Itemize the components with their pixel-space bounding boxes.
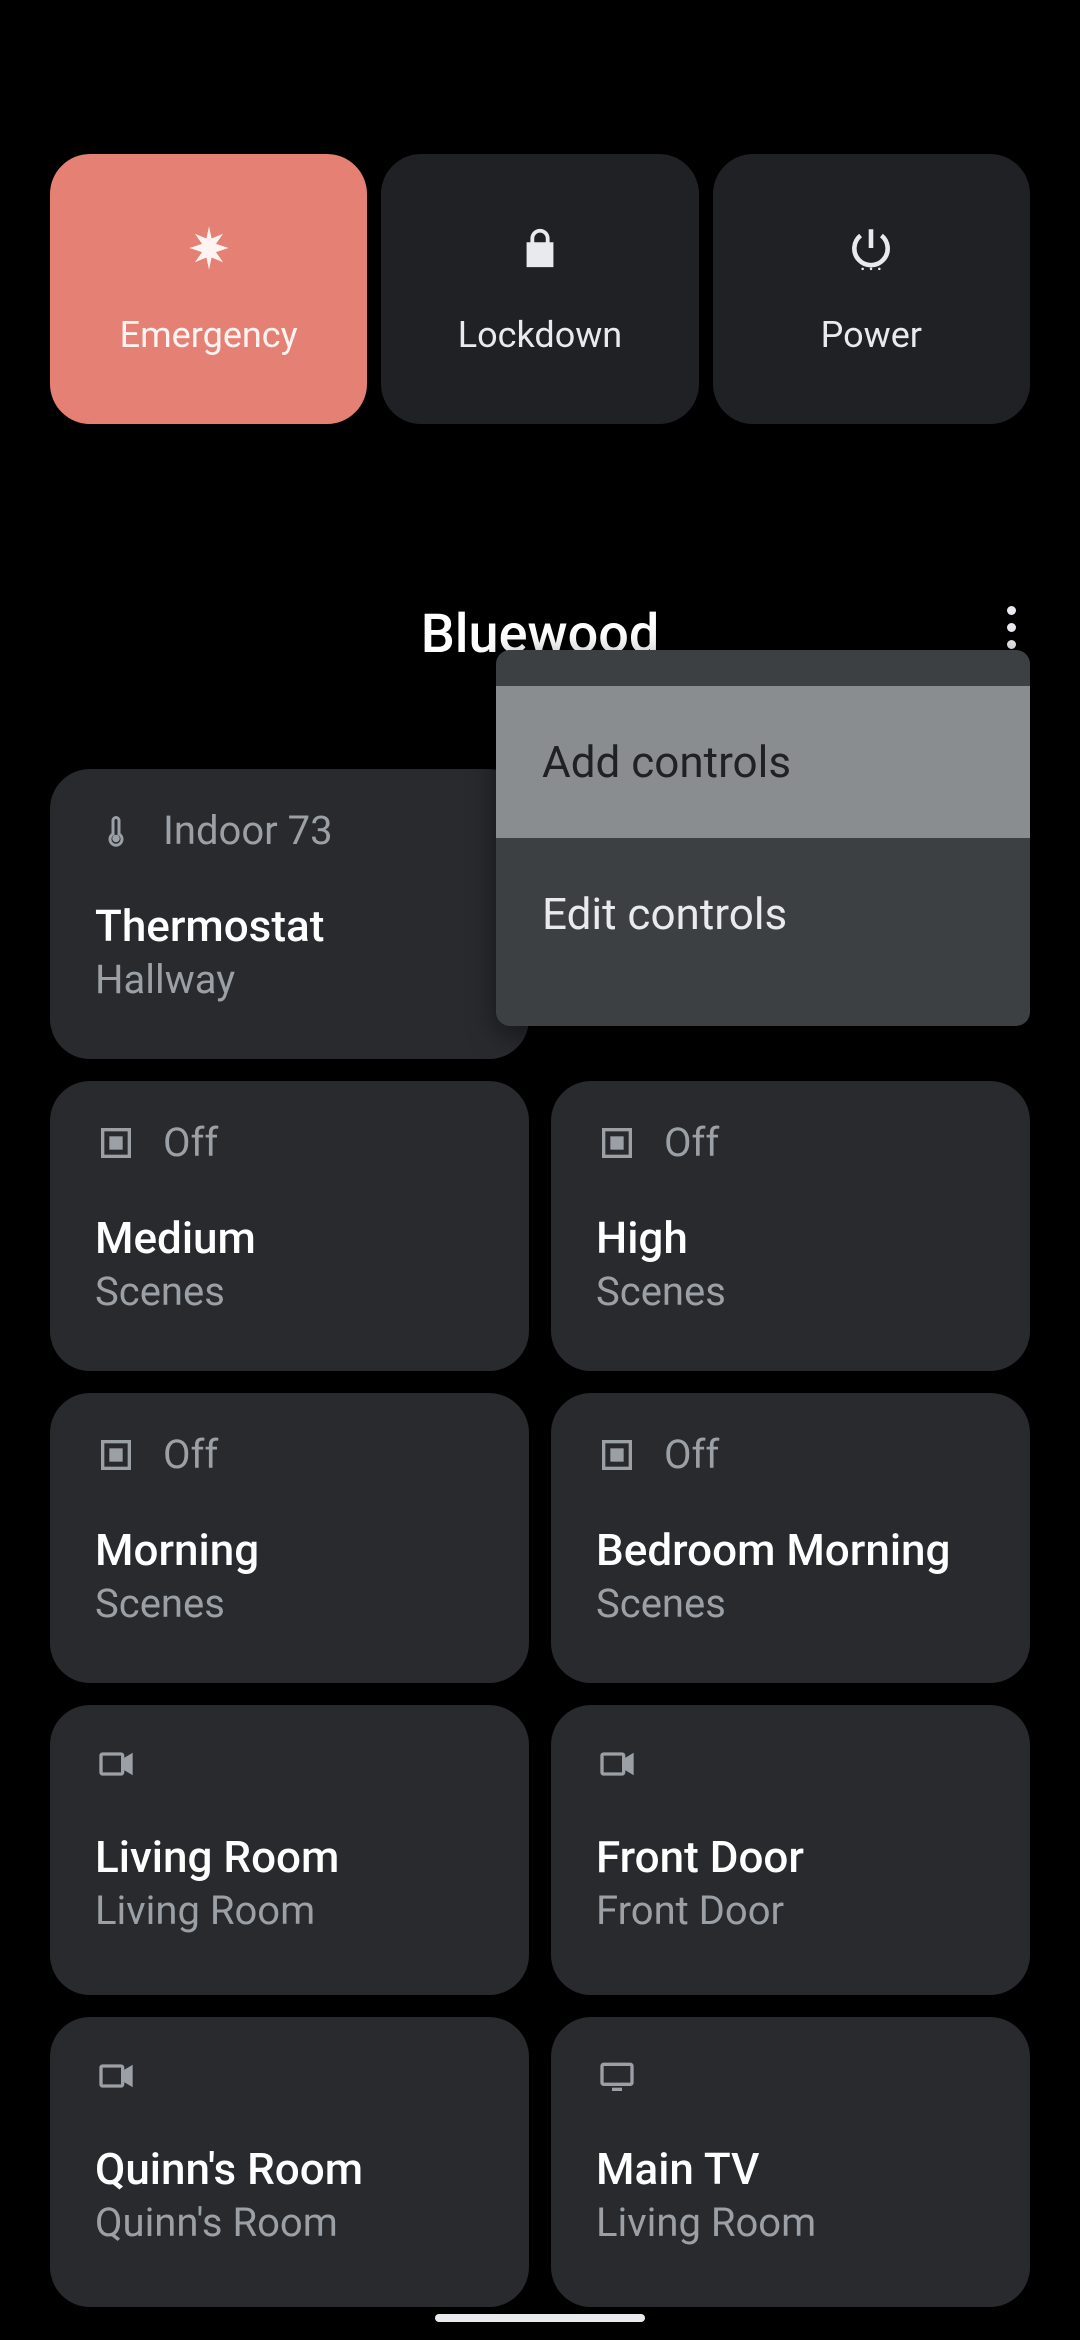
overflow-menu-button[interactable]: [987, 603, 1035, 651]
power-button[interactable]: Power: [713, 154, 1030, 424]
tile-camera-quinns-room[interactable]: Quinn's Room Quinn's Room: [50, 2017, 529, 2307]
tile-sub: Scenes: [95, 1580, 484, 1627]
tile-camera-living-room[interactable]: Living Room Living Room: [50, 1705, 529, 1995]
tile-main-tv[interactable]: Main TV Living Room: [551, 2017, 1030, 2307]
tile-sub: Quinn's Room: [95, 2199, 484, 2246]
scene-icon: [95, 1434, 137, 1476]
tile-sub: Scenes: [95, 1268, 484, 1315]
tile-scene-medium[interactable]: Off Medium Scenes: [50, 1081, 529, 1371]
asterisk-icon: [183, 222, 235, 274]
tile-status: Off: [163, 1119, 218, 1166]
tile-thermostat[interactable]: Indoor 73 Thermostat Hallway: [50, 769, 529, 1059]
tile-scene-morning[interactable]: Off Morning Scenes: [50, 1393, 529, 1683]
tile-name: Quinn's Room: [95, 2143, 484, 2195]
lockdown-label: Lockdown: [458, 314, 622, 356]
power-icon: [845, 222, 897, 274]
emergency-button[interactable]: Emergency: [50, 154, 367, 424]
tile-status: Off: [664, 1431, 719, 1478]
tile-scene-bedroom-morning[interactable]: Off Bedroom Morning Scenes: [551, 1393, 1030, 1683]
gesture-nav-bar[interactable]: [435, 2314, 645, 2322]
thermometer-icon: [95, 810, 137, 852]
top-actions-row: Emergency Lockdown Power: [0, 0, 1080, 424]
tile-name: Living Room: [95, 1831, 484, 1883]
tile-status: Off: [163, 1431, 218, 1478]
tile-sub: Hallway: [95, 956, 484, 1003]
more-vert-icon: [1007, 606, 1016, 615]
tile-sub: Living Room: [596, 2199, 985, 2246]
tile-name: Medium: [95, 1212, 484, 1264]
tile-name: High: [596, 1212, 985, 1264]
tile-sub: Living Room: [95, 1887, 484, 1934]
menu-item-add-controls[interactable]: Add controls: [496, 686, 1030, 838]
camera-icon: [596, 1743, 638, 1785]
tile-scene-high[interactable]: Off High Scenes: [551, 1081, 1030, 1371]
lock-icon: [514, 222, 566, 274]
tile-sub: Front Door: [596, 1887, 985, 1934]
tv-icon: [596, 2055, 638, 2097]
emergency-label: Emergency: [120, 314, 298, 356]
tile-name: Bedroom Morning: [596, 1524, 985, 1576]
overflow-popup-menu: Add controls Edit controls: [496, 650, 1030, 1026]
tile-status: Off: [664, 1119, 719, 1166]
tile-name: Main TV: [596, 2143, 985, 2195]
lockdown-button[interactable]: Lockdown: [381, 154, 698, 424]
scene-icon: [596, 1122, 638, 1164]
scene-icon: [596, 1434, 638, 1476]
tile-name: Morning: [95, 1524, 484, 1576]
tile-sub: Scenes: [596, 1580, 985, 1627]
tile-status: Indoor 73: [163, 807, 333, 854]
camera-icon: [95, 2055, 137, 2097]
menu-item-edit-controls[interactable]: Edit controls: [496, 838, 1030, 990]
tile-name: Thermostat: [95, 900, 484, 952]
tile-name: Front Door: [596, 1831, 985, 1883]
camera-icon: [95, 1743, 137, 1785]
power-label: Power: [821, 314, 922, 356]
tile-sub: Scenes: [596, 1268, 985, 1315]
scene-icon: [95, 1122, 137, 1164]
tile-camera-front-door[interactable]: Front Door Front Door: [551, 1705, 1030, 1995]
